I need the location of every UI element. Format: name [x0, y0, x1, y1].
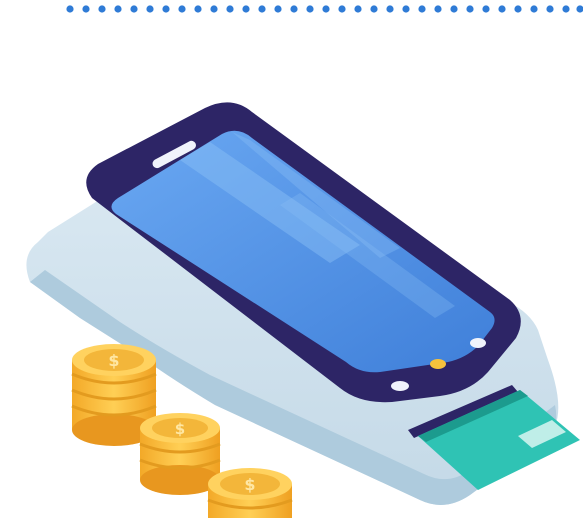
coin-stack-icon: $ [207, 468, 293, 518]
svg-text:$: $ [244, 475, 255, 494]
svg-text:$: $ [175, 420, 185, 438]
pos-terminal-scene: $ $ $ [26, 102, 580, 518]
coin-stack-icon: $ [139, 413, 221, 495]
svg-text:$: $ [108, 351, 119, 370]
illustration-canvas: $ $ $ [0, 0, 583, 518]
